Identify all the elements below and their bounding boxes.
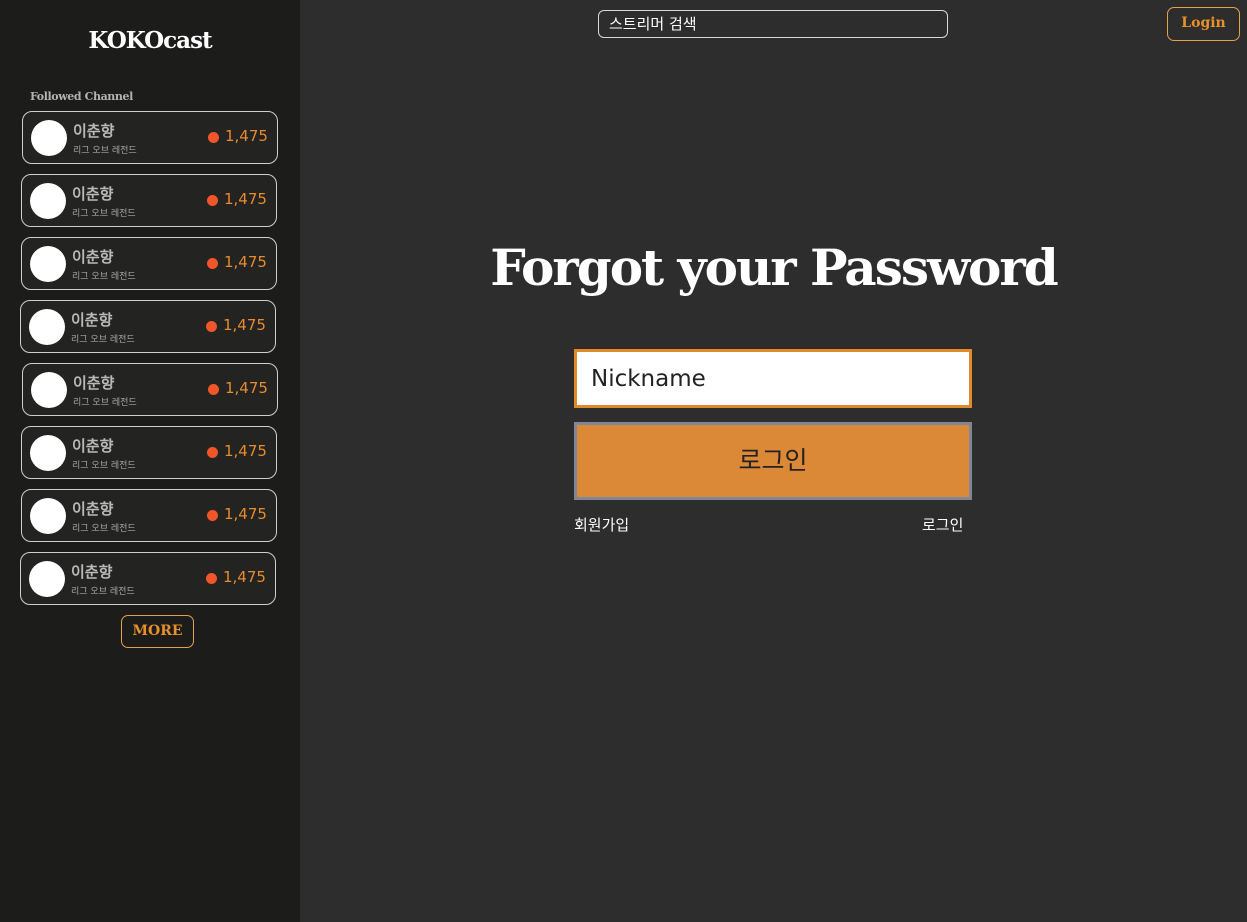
avatar	[31, 372, 67, 408]
channel-card[interactable]: 이춘향 리그 오브 레전드 1,475	[21, 426, 277, 479]
channel-game: 리그 오브 레전드	[72, 524, 136, 534]
channel-game: 리그 오브 레전드	[73, 146, 137, 156]
page-title: Forgot your Password	[490, 238, 1058, 297]
avatar	[29, 309, 65, 345]
avatar	[30, 435, 66, 471]
more-button[interactable]: MORE	[121, 615, 194, 648]
avatar	[31, 120, 67, 156]
channel-game: 리그 오브 레전드	[73, 398, 137, 408]
channel-name: 이춘향	[72, 248, 114, 266]
live-dot-icon	[207, 510, 218, 521]
avatar	[30, 246, 66, 282]
channel-card[interactable]: 이춘향 리그 오브 레전드 1,475	[20, 300, 276, 353]
channel-game: 리그 오브 레전드	[72, 209, 136, 219]
viewer-count: 1,475	[223, 568, 266, 586]
signup-link[interactable]: 회원가입	[574, 514, 629, 535]
viewer-count: 1,475	[223, 316, 266, 334]
search-input[interactable]	[598, 10, 948, 38]
avatar	[30, 498, 66, 534]
avatar	[29, 561, 65, 597]
live-dot-icon	[207, 195, 218, 206]
viewer-count: 1,475	[224, 190, 267, 208]
live-dot-icon	[208, 384, 219, 395]
channel-name: 이춘향	[73, 122, 115, 140]
channel-card[interactable]: 이춘향 리그 오브 레전드 1,475	[22, 363, 278, 416]
viewer-count: 1,475	[224, 442, 267, 460]
followed-channel-title: Followed Channel	[30, 90, 133, 103]
channel-card[interactable]: 이춘향 리그 오브 레전드 1,475	[21, 174, 277, 227]
channel-name: 이춘향	[71, 311, 113, 329]
login-button[interactable]: Login	[1167, 7, 1240, 41]
nickname-input[interactable]	[574, 349, 972, 408]
sidebar: KOKOcast Followed Channel 이춘향 리그 오브 레전드 …	[0, 0, 300, 922]
viewer-count: 1,475	[225, 127, 268, 145]
channel-game: 리그 오브 레전드	[72, 272, 136, 282]
channel-name: 이춘향	[73, 374, 115, 392]
channel-game: 리그 오브 레전드	[72, 461, 136, 471]
avatar	[30, 183, 66, 219]
viewer-count: 1,475	[224, 505, 267, 523]
live-dot-icon	[208, 132, 219, 143]
channel-name: 이춘향	[72, 185, 114, 203]
channel-name: 이춘향	[71, 563, 113, 581]
logo[interactable]: KOKOcast	[0, 27, 300, 54]
viewer-count: 1,475	[225, 379, 268, 397]
live-dot-icon	[206, 573, 217, 584]
channel-name: 이춘향	[72, 437, 114, 455]
live-dot-icon	[206, 321, 217, 332]
channel-name: 이춘향	[72, 500, 114, 518]
channel-card[interactable]: 이춘향 리그 오브 레전드 1,475	[22, 111, 278, 164]
viewer-count: 1,475	[224, 253, 267, 271]
channel-game: 리그 오브 레전드	[71, 335, 135, 345]
live-dot-icon	[207, 447, 218, 458]
channel-card[interactable]: 이춘향 리그 오브 레전드 1,475	[21, 237, 277, 290]
submit-button[interactable]: 로그인	[574, 422, 972, 500]
channel-card[interactable]: 이춘향 리그 오브 레전드 1,475	[21, 489, 277, 542]
live-dot-icon	[207, 258, 218, 269]
channel-card[interactable]: 이춘향 리그 오브 레전드 1,475	[20, 552, 276, 605]
login-link[interactable]: 로그인	[922, 514, 963, 535]
channel-game: 리그 오브 레전드	[71, 587, 135, 597]
